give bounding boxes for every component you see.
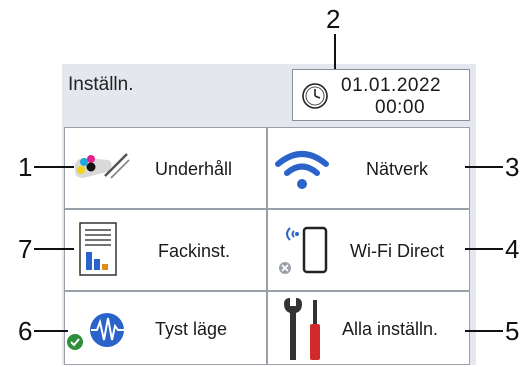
callout-number: 4 [505,234,520,264]
tile-label-maintenance: Underhåll [155,159,233,179]
tray-settings-icon [79,222,117,281]
quiet-mode-icon [67,310,131,361]
tools-icon [280,298,328,367]
wifi-direct-icon [276,224,332,285]
callout-number: 7 [18,234,33,264]
tile-wifi-direct[interactable]: Wi-Fi Direct [267,209,470,291]
callout-line [465,330,503,332]
tile-tray-settings[interactable]: Fackinst. [64,209,267,291]
callout-line [34,248,74,250]
tile-maintenance[interactable]: Underhåll [64,127,267,209]
callout-line [34,330,68,332]
callout-number: 6 [18,316,33,346]
tile-label-network: Nätverk [366,159,429,179]
page-title: Inställn. [68,74,134,95]
wifi-icon [274,146,330,197]
callout-line [465,166,503,168]
tile-label-wifi-direct: Wi-Fi Direct [350,241,444,261]
date-time-button[interactable]: 01.01.2022 00:00 [292,69,470,121]
tile-all-settings[interactable]: Alla inställn. [267,291,470,365]
callout-number: 3 [505,152,520,182]
callout-line [34,166,74,168]
tile-label-quiet-mode: Tyst läge [155,319,228,339]
ink-maintenance-icon [69,148,131,193]
date-value: 01.01.2022 [341,75,442,96]
callout-line [334,34,336,69]
callout-line [465,248,503,250]
callout-number: 2 [326,4,341,34]
tile-network[interactable]: Nätverk [267,127,470,209]
tile-quiet-mode[interactable]: Tyst läge [64,291,267,365]
clock-icon [300,81,330,116]
tile-label-tray-settings: Fackinst. [158,241,231,261]
callout-number: 5 [505,316,520,346]
time-value: 00:00 [375,97,426,118]
callout-number: 1 [18,152,33,182]
tile-label-all-settings: Alla inställn. [342,319,439,339]
